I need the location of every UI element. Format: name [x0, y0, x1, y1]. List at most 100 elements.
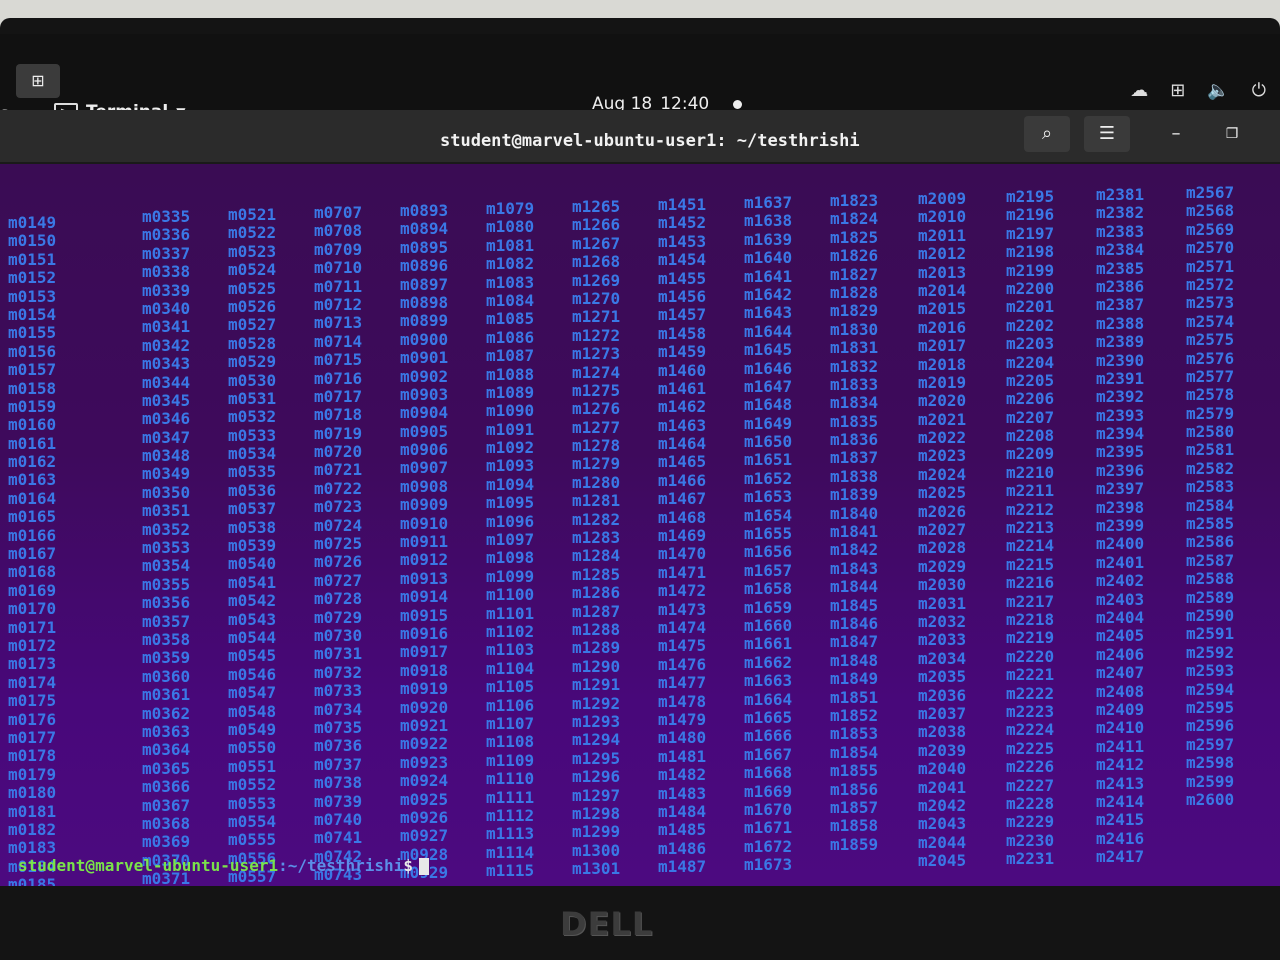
- terminal-output[interactable]: m0149 m0150 m0151 m0152 m0153 m0154 m0155 m0156…: [0, 164, 1280, 886]
- file-entry: m2024: [918, 464, 967, 484]
- file-entry: m1660: [744, 615, 793, 635]
- file-entry: m0899: [400, 311, 449, 331]
- file-entry: m2029: [918, 556, 967, 576]
- menu-button[interactable]: ☰: [1084, 116, 1130, 152]
- text-cursor: [418, 858, 429, 875]
- file-entry: m2412: [1096, 755, 1145, 775]
- file-entry: m1451: [658, 195, 707, 214]
- file-entry: m1108: [486, 732, 535, 752]
- file-entry: m2413: [1096, 773, 1145, 793]
- file-entry: m2030: [918, 575, 967, 595]
- file-entry: m1274: [572, 362, 621, 382]
- file-entry: m1294: [572, 730, 621, 750]
- file-entry: m0342: [142, 335, 191, 355]
- file-entry: m2226: [1006, 757, 1055, 777]
- maximize-button[interactable]: ❐: [1214, 116, 1250, 152]
- file-entry: m0910: [400, 513, 449, 533]
- file-entry: m1285: [572, 564, 621, 584]
- shell-prompt[interactable]: student@marvel-ubuntu-user1:~/testhrishi…: [18, 856, 429, 875]
- file-entry: m1284: [572, 546, 621, 566]
- file-entry: m2203: [1006, 334, 1055, 354]
- file-entry: m2221: [1006, 665, 1055, 685]
- file-entry: m2209: [1006, 444, 1055, 464]
- file-entry: m1651: [744, 450, 793, 470]
- file-entry: m2595: [1186, 697, 1235, 717]
- file-entry: m0178: [8, 746, 57, 766]
- file-entry: m0725: [314, 534, 363, 554]
- file-entry: m0156: [8, 341, 57, 361]
- file-entry: m2039: [918, 740, 967, 760]
- file-entry: m2016: [918, 317, 967, 337]
- file-entry: m1856: [830, 779, 879, 799]
- file-entry: m1644: [744, 321, 793, 341]
- file-entry: m2569: [1186, 219, 1235, 239]
- file-entry: m1087: [486, 346, 535, 366]
- file-entry: m1269: [572, 270, 621, 290]
- new-tab-icon: ⊞: [31, 71, 45, 90]
- file-entry: m0181: [8, 801, 57, 821]
- prompt-symbol: $: [403, 856, 413, 875]
- file-entry: m2202: [1006, 315, 1055, 335]
- file-entry: m0900: [400, 329, 449, 349]
- file-entry: m1103: [486, 640, 535, 660]
- file-entry: m0894: [400, 219, 449, 239]
- file-entry: m1477: [658, 673, 707, 693]
- minimize-button[interactable]: –: [1158, 116, 1194, 152]
- power-icon[interactable]: ⏻: [1252, 80, 1266, 101]
- file-entry: m0157: [8, 360, 57, 380]
- file-entry: m1647: [744, 376, 793, 396]
- file-entry: m1104: [486, 658, 535, 678]
- file-entry: m2036: [918, 685, 967, 705]
- file-entry: m1093: [486, 456, 535, 476]
- file-entry: m0545: [228, 646, 277, 666]
- file-entry: m2015: [918, 299, 967, 319]
- file-entry: m1115: [486, 861, 535, 881]
- file-entry: m1290: [572, 656, 621, 676]
- file-entry: m1654: [744, 505, 793, 525]
- file-entry: m0735: [314, 717, 363, 737]
- file-list-column: m2567 m2568 m2569 m2570 m2571 m2572 m2573 m2574…: [1186, 183, 1235, 809]
- network-icon[interactable]: ⊞: [1170, 80, 1185, 101]
- file-entry: m0341: [142, 317, 191, 337]
- file-entry: m0731: [314, 644, 363, 664]
- file-entry: m1833: [830, 374, 879, 394]
- file-entry: m0350: [142, 482, 191, 502]
- file-entry: m0912: [400, 550, 449, 570]
- new-tab-button[interactable]: ⊞: [16, 64, 60, 98]
- file-entry: m1111: [486, 787, 535, 807]
- file-entry: m0183: [8, 838, 57, 858]
- file-entry: m1456: [658, 286, 707, 306]
- file-entry: m0728: [314, 589, 363, 609]
- file-entry: m2010: [918, 207, 967, 227]
- search-button[interactable]: ⌕: [1024, 116, 1070, 152]
- file-entry: m1276: [572, 399, 621, 419]
- file-entry: m0171: [8, 617, 57, 637]
- file-entry: m2044: [918, 832, 967, 852]
- file-entry: m2198: [1006, 242, 1055, 262]
- file-entry: m1267: [572, 233, 621, 253]
- file-entry: m0914: [400, 587, 449, 607]
- file-entry: m1273: [572, 344, 621, 364]
- file-entry: m1637: [744, 193, 793, 212]
- system-tray[interactable]: ☁ ⊞ 🔈 ⏻: [1130, 80, 1266, 101]
- file-entry: m1453: [658, 231, 707, 251]
- file-entry: m2023: [918, 446, 967, 466]
- file-list-column: m0893 m0894 m0895 m0896 m0897 m0898 m0899 m0900…: [400, 201, 449, 882]
- file-entry: m0901: [400, 348, 449, 368]
- file-entry: m1840: [830, 503, 879, 523]
- file-entry: m1474: [658, 617, 707, 637]
- file-list-column: m1823 m1824 m1825 m1826 m1827 m1828 m1829 m1830…: [830, 191, 879, 854]
- file-entry: m0926: [400, 807, 449, 827]
- file-entry: m1639: [744, 229, 793, 249]
- file-entry: m0895: [400, 237, 449, 257]
- file-entry: m0717: [314, 386, 363, 406]
- volume-icon[interactable]: 🔈: [1207, 80, 1229, 101]
- file-entry: m1649: [744, 413, 793, 433]
- file-entry: m0162: [8, 452, 57, 472]
- file-entry: m1823: [830, 191, 879, 210]
- cloud-icon[interactable]: ☁: [1130, 80, 1148, 101]
- file-entry: m2397: [1096, 479, 1145, 499]
- file-entry: m0729: [314, 607, 363, 627]
- file-entry: m1666: [744, 726, 793, 746]
- file-entry: m2401: [1096, 552, 1145, 572]
